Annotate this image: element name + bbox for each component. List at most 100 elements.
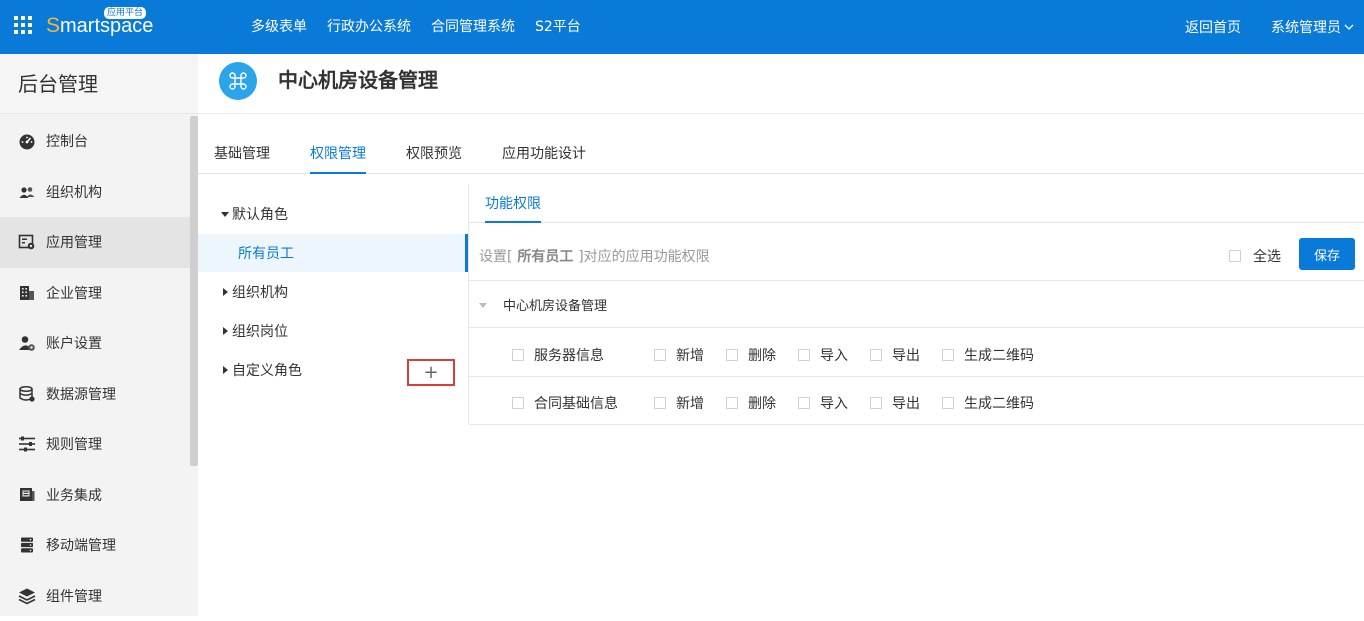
perm-label: 导入	[820, 393, 848, 413]
perm-label: 新增	[676, 393, 704, 413]
building-icon	[18, 284, 36, 302]
checkbox[interactable]	[726, 397, 738, 409]
top-right: 返回首页 系统管理员	[1185, 17, 1354, 37]
sidebar-item-mobile[interactable]: 移动端管理	[0, 520, 190, 571]
sidebar-item-organization[interactable]: 组织机构	[0, 167, 190, 218]
sidebar-scrollbar[interactable]	[190, 116, 198, 466]
tree-node-all-staff[interactable]: 所有员工	[198, 234, 468, 272]
caret-down-icon	[220, 209, 230, 219]
checkbox[interactable]	[942, 397, 954, 409]
logo-badge: 应用平台	[104, 7, 146, 19]
permission-row: 合同基础信息 新增 删除 导入 导出 生成二维码	[469, 377, 1364, 425]
sidebar-item-dashboard[interactable]: 控制台	[0, 116, 190, 167]
perm-delete[interactable]: 删除	[726, 393, 776, 413]
perm-add[interactable]: 新增	[654, 393, 704, 413]
sidebar-item-app-management[interactable]: 应用管理	[0, 217, 190, 268]
checkbox[interactable]	[942, 349, 954, 361]
perm-label: 生成二维码	[964, 345, 1034, 365]
perm-label: 删除	[748, 345, 776, 365]
checkbox[interactable]	[798, 349, 810, 361]
sidebar-item-datasource[interactable]: 数据源管理	[0, 369, 190, 420]
tree-node-post[interactable]: 组织岗位	[198, 312, 468, 350]
sidebar-menu: 控制台 组织机构 应用管理 企业管理 账户设置 数据源管理 规则管理 业务集成	[0, 116, 190, 621]
tab-permissions[interactable]: 权限管理	[310, 134, 366, 174]
tree-node-label: 自定义角色	[232, 360, 302, 380]
permission-hint: 设置[ 所有员工 ]对应的应用功能权限	[479, 246, 710, 266]
permission-group-label: 中心机房设备管理	[503, 295, 607, 314]
row-checkbox[interactable]: 服务器信息	[512, 345, 604, 365]
sidebar-item-components[interactable]: 组件管理	[0, 571, 190, 621]
checkbox[interactable]	[512, 397, 524, 409]
perm-label: 导出	[892, 393, 920, 413]
add-role-button[interactable]: +	[407, 359, 455, 386]
perm-export[interactable]: 导出	[870, 393, 920, 413]
select-all-label: 全选	[1253, 246, 1281, 266]
perm-import[interactable]: 导入	[798, 393, 848, 413]
perm-export[interactable]: 导出	[870, 345, 920, 365]
tree-node-label: 所有员工	[238, 243, 294, 263]
top-nav-item-s2[interactable]: S2平台	[535, 16, 581, 36]
sidebar-item-label: 数据源管理	[46, 384, 116, 404]
save-button[interactable]: 保存	[1299, 238, 1355, 270]
caret-right-icon	[220, 287, 230, 297]
sidebar-item-label: 企业管理	[46, 283, 102, 303]
tree-node-default-role[interactable]: 默认角色	[198, 195, 468, 233]
top-nav-item-contract[interactable]: 合同管理系统	[431, 16, 515, 36]
top-bar: Smartspace 应用平台 多级表单 行政办公系统 合同管理系统 S2平台 …	[0, 0, 1364, 54]
hint-suffix: ]对应的应用功能权限	[578, 249, 709, 265]
perm-add[interactable]: 新增	[654, 345, 704, 365]
database-icon	[18, 385, 36, 403]
perm-label: 删除	[748, 393, 776, 413]
home-link[interactable]: 返回首页	[1185, 17, 1241, 37]
perm-label: 新增	[676, 345, 704, 365]
perm-delete[interactable]: 删除	[726, 345, 776, 365]
sliders-icon	[18, 435, 36, 453]
perm-label: 导入	[820, 345, 848, 365]
role-tree: 默认角色 所有员工 组织机构 组织岗位 自定义角色 +	[198, 175, 468, 616]
top-nav-item-multi-form[interactable]: 多级表单	[251, 16, 307, 36]
checkbox[interactable]	[654, 349, 666, 361]
checkbox[interactable]	[512, 349, 524, 361]
sidebar-item-integration[interactable]: 业务集成	[0, 470, 190, 521]
perm-import[interactable]: 导入	[798, 345, 848, 365]
perm-qrcode[interactable]: 生成二维码	[942, 393, 1034, 413]
tree-node-label: 组织岗位	[232, 321, 288, 341]
select-all[interactable]: 全选	[1229, 246, 1281, 266]
top-nav: 多级表单 行政办公系统 合同管理系统 S2平台	[251, 16, 601, 36]
checkbox[interactable]	[654, 397, 666, 409]
tab-basic[interactable]: 基础管理	[214, 134, 270, 174]
select-all-checkbox[interactable]	[1229, 250, 1241, 262]
top-nav-item-office[interactable]: 行政办公系统	[327, 16, 411, 36]
app-icon	[219, 62, 257, 100]
sidebar-item-enterprise[interactable]: 企业管理	[0, 268, 190, 319]
permission-group[interactable]: 中心机房设备管理	[469, 282, 1364, 328]
checkbox[interactable]	[726, 349, 738, 361]
perm-label: 导出	[892, 345, 920, 365]
tab-function-permission[interactable]: 功能权限	[485, 185, 541, 223]
user-gear-icon	[18, 334, 36, 352]
caret-right-icon	[220, 326, 230, 336]
checkbox[interactable]	[798, 397, 810, 409]
hint-role: 所有员工	[512, 249, 578, 265]
sidebar-item-label: 移动端管理	[46, 535, 116, 555]
sidebar-item-label: 规则管理	[46, 434, 102, 454]
tree-node-label: 组织机构	[232, 282, 288, 302]
layers-icon	[18, 587, 36, 605]
tab-app-design[interactable]: 应用功能设计	[502, 134, 586, 174]
row-checkbox[interactable]: 合同基础信息	[512, 393, 618, 413]
perm-label: 生成二维码	[964, 393, 1034, 413]
perm-qrcode[interactable]: 生成二维码	[942, 345, 1034, 365]
checkbox[interactable]	[870, 397, 882, 409]
sidebar-item-rules[interactable]: 规则管理	[0, 419, 190, 470]
sidebar-item-label: 业务集成	[46, 485, 102, 505]
tree-node-organization[interactable]: 组织机构	[198, 273, 468, 311]
app-grid-icon[interactable]	[14, 16, 32, 34]
sidebar-item-label: 控制台	[46, 131, 88, 151]
tree-node-label: 默认角色	[232, 204, 288, 224]
user-menu[interactable]: 系统管理员	[1271, 17, 1354, 37]
checkbox[interactable]	[870, 349, 882, 361]
sidebar-item-account-settings[interactable]: 账户设置	[0, 318, 190, 369]
caret-down-icon	[479, 301, 487, 309]
app-settings-icon	[18, 233, 36, 251]
tab-preview[interactable]: 权限预览	[406, 134, 462, 174]
